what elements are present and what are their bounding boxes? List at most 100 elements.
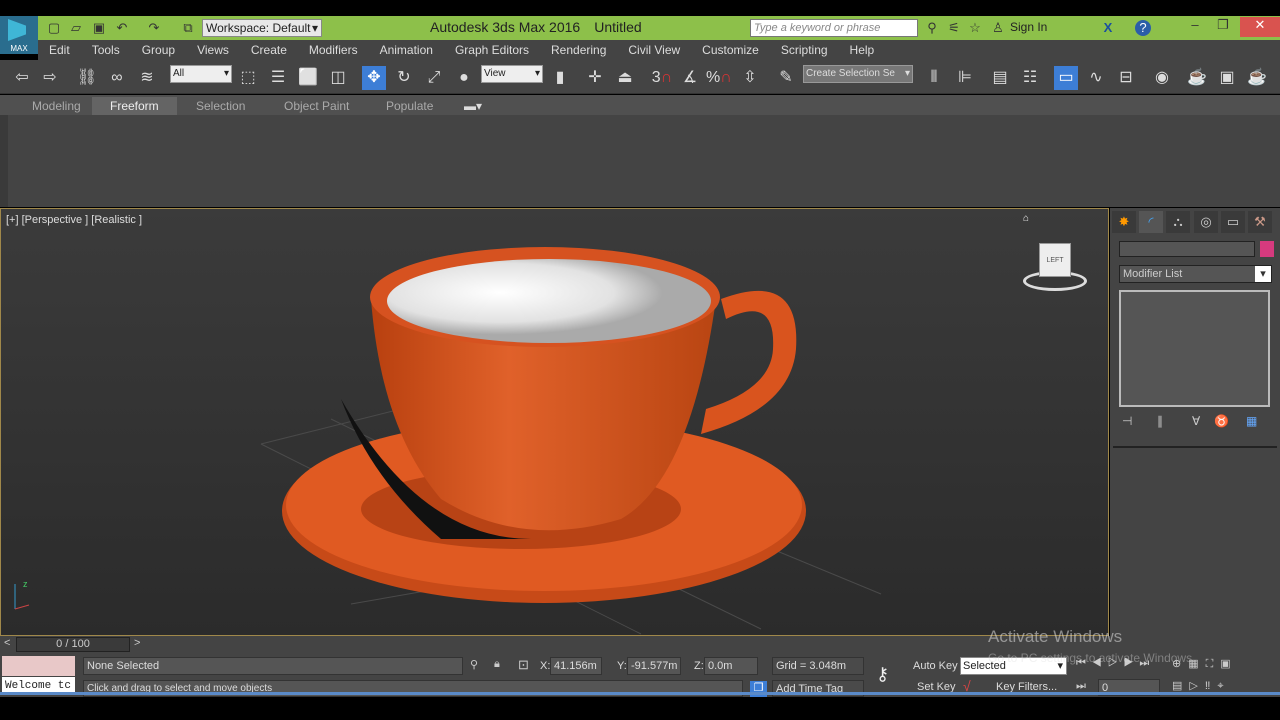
open-file-icon[interactable]: ▱ — [68, 20, 84, 36]
menu-modifiers[interactable]: Modifiers — [298, 40, 369, 60]
menu-edit[interactable]: Edit — [38, 40, 81, 60]
prev-frame-button[interactable]: < — [4, 637, 10, 649]
remove-modifier-icon[interactable]: ♉ — [1214, 414, 1229, 428]
select-object-icon[interactable]: ⬚ — [236, 66, 260, 90]
perspective-viewport[interactable]: [+] [Perspective ] [Realistic ] z LEFT ⌂ — [0, 208, 1109, 636]
modifier-stack[interactable] — [1119, 290, 1270, 407]
absolute-mode-icon[interactable]: ⊡ — [518, 657, 529, 673]
place-icon[interactable]: ● — [452, 66, 476, 90]
create-tab-icon[interactable]: ✸ — [1112, 211, 1136, 233]
layer-explorer-icon[interactable]: ☷ — [1018, 66, 1042, 90]
x-coordinate-field[interactable]: 41.156m — [550, 657, 602, 675]
selection-filter-dropdown[interactable]: All — [170, 65, 232, 83]
pin-stack-icon[interactable]: ⊣ — [1122, 414, 1132, 428]
object-color-swatch[interactable] — [1260, 241, 1274, 257]
new-file-icon[interactable]: ▢ — [46, 20, 62, 36]
menu-graph-editors[interactable]: Graph Editors — [444, 40, 540, 60]
restore-button[interactable]: ❐ — [1208, 17, 1238, 37]
isolate-selection-icon[interactable]: ⚲ — [470, 658, 478, 671]
make-unique-icon[interactable]: ∀ — [1192, 414, 1200, 428]
menu-rendering[interactable]: Rendering — [540, 40, 617, 60]
unlink-icon[interactable]: ∞ — [105, 66, 129, 90]
select-and-scale-icon[interactable]: ⤢ — [422, 66, 446, 90]
rectangular-selection-icon[interactable]: ⬜ — [296, 66, 320, 90]
select-and-rotate-icon[interactable]: ↻ — [392, 66, 416, 90]
snaps-toggle-icon[interactable]: 3∩ — [650, 66, 674, 90]
sign-in-button[interactable]: Sign In — [1010, 20, 1047, 34]
utilities-tab-icon[interactable]: ⚒ — [1248, 211, 1272, 233]
object-name-field[interactable] — [1119, 241, 1255, 257]
configure-modifier-sets-icon[interactable]: ▦ — [1246, 414, 1257, 428]
set-keys-key-icon[interactable]: ⚷ — [876, 664, 889, 685]
undo-icon[interactable]: ⇦ — [10, 66, 34, 90]
mirror-icon[interactable]: ⫴ — [922, 66, 946, 90]
pivot-center-icon[interactable]: ▮ — [548, 66, 572, 90]
ribbon-options-icon[interactable]: ▬▾ — [446, 97, 500, 115]
menu-views[interactable]: Views — [186, 40, 240, 60]
angle-snap-icon[interactable]: ∡ — [678, 66, 702, 90]
render-production-icon[interactable]: ☕ — [1245, 66, 1269, 90]
material-editor-icon[interactable]: ◉ — [1150, 66, 1174, 90]
spinner-snap-icon[interactable]: ⇳ — [738, 66, 762, 90]
manipulate-icon[interactable]: ✛ — [583, 66, 607, 90]
motion-tab-icon[interactable]: ◎ — [1194, 211, 1218, 233]
close-button[interactable]: ✕ — [1240, 17, 1280, 37]
favorites-star-icon[interactable]: ☆ — [967, 20, 983, 36]
menu-tools[interactable]: Tools — [81, 40, 131, 60]
ribbon-toggle-icon[interactable]: ▭ — [1054, 66, 1078, 90]
curve-editor-icon[interactable]: ∿ — [1084, 66, 1108, 90]
render-setup-icon[interactable]: ☕ — [1185, 66, 1209, 90]
viewport-nav-controls-2[interactable]: ▤▷‼⌖ — [1172, 679, 1231, 693]
select-and-move-icon[interactable]: ✥ — [362, 66, 386, 90]
show-end-result-icon[interactable]: ∥ — [1157, 414, 1163, 428]
tab-modeling[interactable]: Modeling — [14, 97, 99, 115]
home-icon[interactable]: ⌂ — [1023, 213, 1029, 224]
keyboard-shortcut-icon[interactable]: ⏏ — [613, 66, 637, 90]
search-input[interactable]: Type a keyword or phrase — [750, 19, 918, 37]
named-selection-dropdown[interactable]: Create Selection Se — [803, 65, 913, 83]
reference-coordinate-dropdown[interactable]: View — [481, 65, 543, 83]
z-coordinate-field[interactable]: 0.0m — [704, 657, 758, 675]
time-slider[interactable]: 0 / 100 — [16, 637, 130, 652]
menu-customize[interactable]: Customize — [691, 40, 770, 60]
menu-scripting[interactable]: Scripting — [770, 40, 839, 60]
menu-civil-view[interactable]: Civil View — [617, 40, 691, 60]
selection-lock-icon[interactable]: 🔒︎ — [494, 658, 500, 671]
tab-selection[interactable]: Selection — [178, 97, 263, 115]
modify-tab-icon[interactable]: ◜ — [1139, 211, 1163, 233]
menu-create[interactable]: Create — [240, 40, 298, 60]
subscription-icon[interactable]: ⚟ — [946, 20, 962, 36]
redo-icon[interactable]: ⇨ — [38, 66, 62, 90]
tab-object-paint[interactable]: Object Paint — [266, 97, 367, 115]
viewcube[interactable]: LEFT — [1019, 239, 1091, 297]
tab-freeform[interactable]: Freeform — [92, 97, 177, 115]
menu-animation[interactable]: Animation — [369, 40, 444, 60]
save-icon[interactable]: ▣ — [91, 20, 107, 36]
auto-key-button[interactable]: Auto Key — [913, 660, 958, 672]
exchange-icon[interactable]: X — [1100, 20, 1116, 36]
minimize-button[interactable]: – — [1180, 17, 1210, 37]
rendered-frame-window-icon[interactable]: ▣ — [1215, 66, 1239, 90]
viewcube-face[interactable]: LEFT — [1039, 243, 1071, 277]
app-menu-button[interactable]: MAX — [0, 16, 38, 54]
display-tab-icon[interactable]: ▭ — [1221, 211, 1245, 233]
workspace-dropdown[interactable]: Workspace: Default ▾ — [202, 19, 322, 37]
y-coordinate-field[interactable]: -91.577m — [627, 657, 681, 675]
binoculars-icon[interactable]: ⚲ — [924, 20, 940, 36]
link-icon[interactable]: ⛓ — [75, 66, 99, 90]
redo-icon[interactable]: ↷ — [146, 20, 162, 36]
tab-populate[interactable]: Populate — [368, 97, 451, 115]
hierarchy-tab-icon[interactable]: ⛬ — [1166, 211, 1190, 233]
scene-explorer-icon[interactable]: ▤ — [988, 66, 1012, 90]
next-frame-button[interactable]: > — [134, 637, 140, 649]
percent-snap-icon[interactable]: %∩ — [706, 66, 732, 90]
edit-named-selection-icon[interactable]: ✎ — [774, 66, 798, 90]
maxscript-listener-output[interactable] — [2, 656, 75, 676]
help-icon[interactable]: ? — [1135, 20, 1151, 36]
undo-icon[interactable]: ↶ — [114, 20, 130, 36]
schematic-view-icon[interactable]: ⊟ — [1114, 66, 1138, 90]
window-crossing-icon[interactable]: ◫ — [326, 66, 350, 90]
project-folder-icon[interactable]: ⧉ — [180, 20, 196, 36]
menu-help[interactable]: Help — [839, 40, 886, 60]
select-by-name-icon[interactable]: ☰ — [266, 66, 290, 90]
